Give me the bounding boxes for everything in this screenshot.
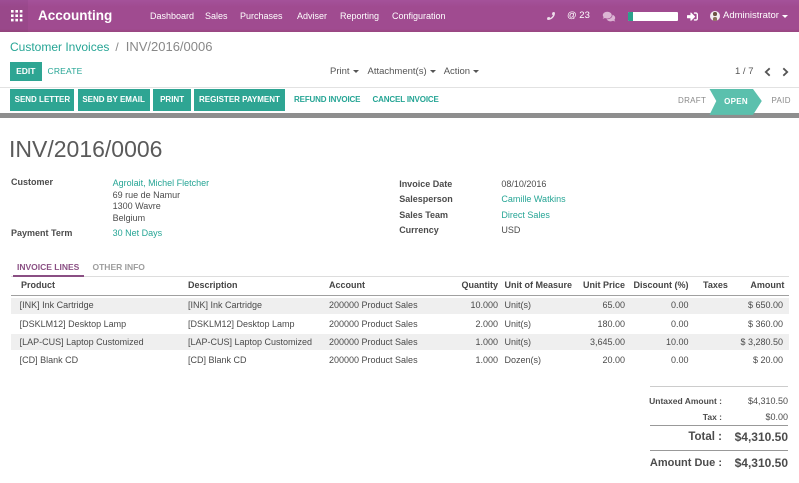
svg-text:OPEN: OPEN [724, 97, 748, 106]
